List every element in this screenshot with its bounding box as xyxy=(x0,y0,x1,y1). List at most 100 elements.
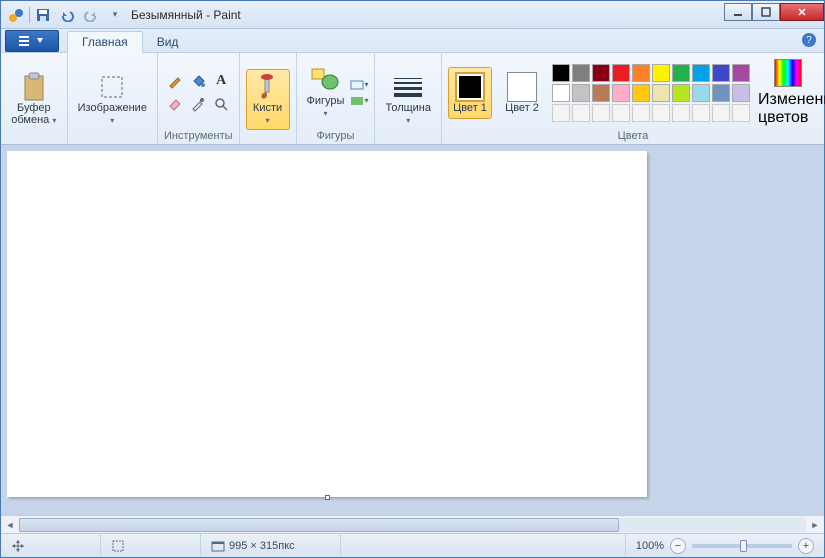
palette-color[interactable] xyxy=(652,64,670,82)
palette-color[interactable] xyxy=(572,64,590,82)
file-menu-button[interactable] xyxy=(5,30,59,52)
size-button[interactable]: Толщина▾ xyxy=(381,70,435,129)
canvas-workspace xyxy=(1,145,824,515)
palette-empty-slot[interactable] xyxy=(572,104,590,122)
paint-app-icon[interactable] xyxy=(5,4,27,26)
scroll-left-icon[interactable]: ◄ xyxy=(2,517,18,533)
title-bar: ▾ Безымянный - Paint xyxy=(1,1,824,29)
tab-home[interactable]: Главная xyxy=(67,31,143,53)
brushes-label: Кисти xyxy=(253,102,282,114)
pencil-tool-icon[interactable] xyxy=(165,71,185,91)
palette-color[interactable] xyxy=(692,64,710,82)
shape-outline-icon[interactable]: ▾ xyxy=(350,78,368,92)
group-clipboard: Буфер обмена ▾ xyxy=(1,53,68,144)
group-tools: A Инструменты xyxy=(158,53,240,144)
palette-color[interactable] xyxy=(672,64,690,82)
palette-empty-slot[interactable] xyxy=(632,104,650,122)
close-button[interactable] xyxy=(780,3,824,21)
color2-label: Цвет 2 xyxy=(505,102,539,114)
zoom-slider[interactable] xyxy=(692,544,792,548)
qat-customize-icon[interactable]: ▾ xyxy=(104,4,126,26)
palette-empty-slot[interactable] xyxy=(692,104,710,122)
picker-tool-icon[interactable] xyxy=(188,94,208,114)
palette-color[interactable] xyxy=(612,64,630,82)
ribbon-tabs: Главная Вид ? xyxy=(1,29,824,53)
magnifier-tool-icon[interactable] xyxy=(211,94,231,114)
maximize-button[interactable] xyxy=(752,3,780,21)
shapes-group-label: Фигуры xyxy=(317,130,355,142)
selection-size-cell xyxy=(101,534,201,557)
palette-color[interactable] xyxy=(552,64,570,82)
text-tool-icon[interactable]: A xyxy=(211,71,231,91)
brushes-button[interactable]: Кисти▾ xyxy=(246,69,290,130)
scroll-right-icon[interactable]: ► xyxy=(807,517,823,533)
selection-size-icon xyxy=(111,539,125,553)
palette-empty-slot[interactable] xyxy=(672,104,690,122)
cursor-position-icon xyxy=(11,539,25,553)
palette-color[interactable] xyxy=(732,84,750,102)
clipboard-label: Буфер обмена xyxy=(11,102,50,126)
palette-color[interactable] xyxy=(672,84,690,102)
color1-label: Цвет 1 xyxy=(453,102,487,114)
edit-colors-button[interactable]: Изменение цветов xyxy=(758,59,818,127)
palette-color[interactable] xyxy=(692,84,710,102)
palette-color[interactable] xyxy=(572,84,590,102)
undo-icon[interactable] xyxy=(56,4,78,26)
image-label: Изображение xyxy=(78,102,147,114)
canvas[interactable] xyxy=(7,151,647,497)
palette-empty-slot[interactable] xyxy=(652,104,670,122)
window-title: Безымянный - Paint xyxy=(131,8,241,22)
shapes-label: Фигуры xyxy=(307,95,345,107)
scroll-thumb[interactable] xyxy=(19,518,619,532)
palette-color[interactable] xyxy=(632,64,650,82)
select-button[interactable]: Изображение ▾ xyxy=(74,70,151,129)
redo-icon[interactable] xyxy=(80,4,102,26)
palette-empty-slot[interactable] xyxy=(712,104,730,122)
paste-button[interactable]: Буфер обмена ▾ xyxy=(7,70,61,129)
palette-color[interactable] xyxy=(632,84,650,102)
color-palette xyxy=(552,64,750,122)
eraser-tool-icon[interactable] xyxy=(165,94,185,114)
edit-colors-label: Изменение цветов xyxy=(758,91,818,127)
canvas-size-text: 995 × 315пкс xyxy=(229,540,295,552)
zoom-slider-knob[interactable] xyxy=(740,540,747,552)
group-brushes: Кисти▾ xyxy=(240,53,297,144)
status-bar: 995 × 315пкс 100% − + xyxy=(1,533,824,557)
color2-button[interactable]: Цвет 2 xyxy=(500,70,544,116)
fill-tool-icon[interactable] xyxy=(188,71,208,91)
palette-color[interactable] xyxy=(552,84,570,102)
shapes-button[interactable]: Фигуры▾ xyxy=(303,63,349,122)
color1-button[interactable]: Цвет 1 xyxy=(448,67,492,119)
palette-empty-slot[interactable] xyxy=(612,104,630,122)
zoom-in-button[interactable]: + xyxy=(798,538,814,554)
palette-empty-slot[interactable] xyxy=(732,104,750,122)
palette-color[interactable] xyxy=(592,64,610,82)
palette-empty-slot[interactable] xyxy=(592,104,610,122)
palette-color[interactable] xyxy=(712,64,730,82)
palette-color[interactable] xyxy=(712,84,730,102)
colors-group-label: Цвета xyxy=(618,130,649,142)
horizontal-scrollbar: ◄ ► xyxy=(1,515,824,533)
zoom-level-text: 100% xyxy=(636,540,664,552)
palette-empty-slot[interactable] xyxy=(552,104,570,122)
rainbow-icon xyxy=(774,59,802,87)
save-icon[interactable] xyxy=(32,4,54,26)
canvas-size-cell: 995 × 315пкс xyxy=(201,534,341,557)
color1-swatch xyxy=(455,72,485,102)
tab-view[interactable]: Вид xyxy=(143,32,193,52)
quick-access-toolbar: ▾ xyxy=(1,4,126,26)
help-icon[interactable]: ? xyxy=(802,33,816,47)
zoom-out-button[interactable]: − xyxy=(670,538,686,554)
palette-color[interactable] xyxy=(652,84,670,102)
palette-color[interactable] xyxy=(732,64,750,82)
status-spacer xyxy=(341,534,626,557)
ribbon: Буфер обмена ▾ Изображение ▾ A Инструмен… xyxy=(1,53,824,145)
minimize-button[interactable] xyxy=(724,3,752,21)
palette-color[interactable] xyxy=(612,84,630,102)
group-size: Толщина▾ xyxy=(375,53,442,144)
canvas-resize-handle-s[interactable] xyxy=(325,495,330,500)
tools-group-label: Инструменты xyxy=(164,130,233,142)
palette-color[interactable] xyxy=(592,84,610,102)
group-colors: Цвет 1 Цвет 2 Изменение цветов Цвета xyxy=(442,53,824,144)
shape-fill-icon[interactable]: ▾ xyxy=(350,94,368,108)
